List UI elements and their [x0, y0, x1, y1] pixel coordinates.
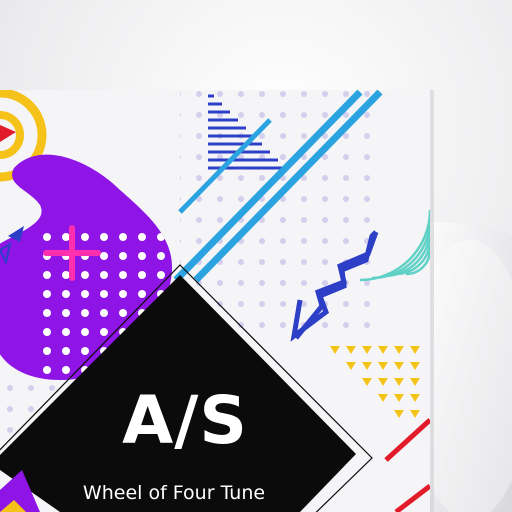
album-subtitle: Wheel of Four Tune: [82, 482, 266, 504]
album-title: A/S: [122, 382, 248, 459]
